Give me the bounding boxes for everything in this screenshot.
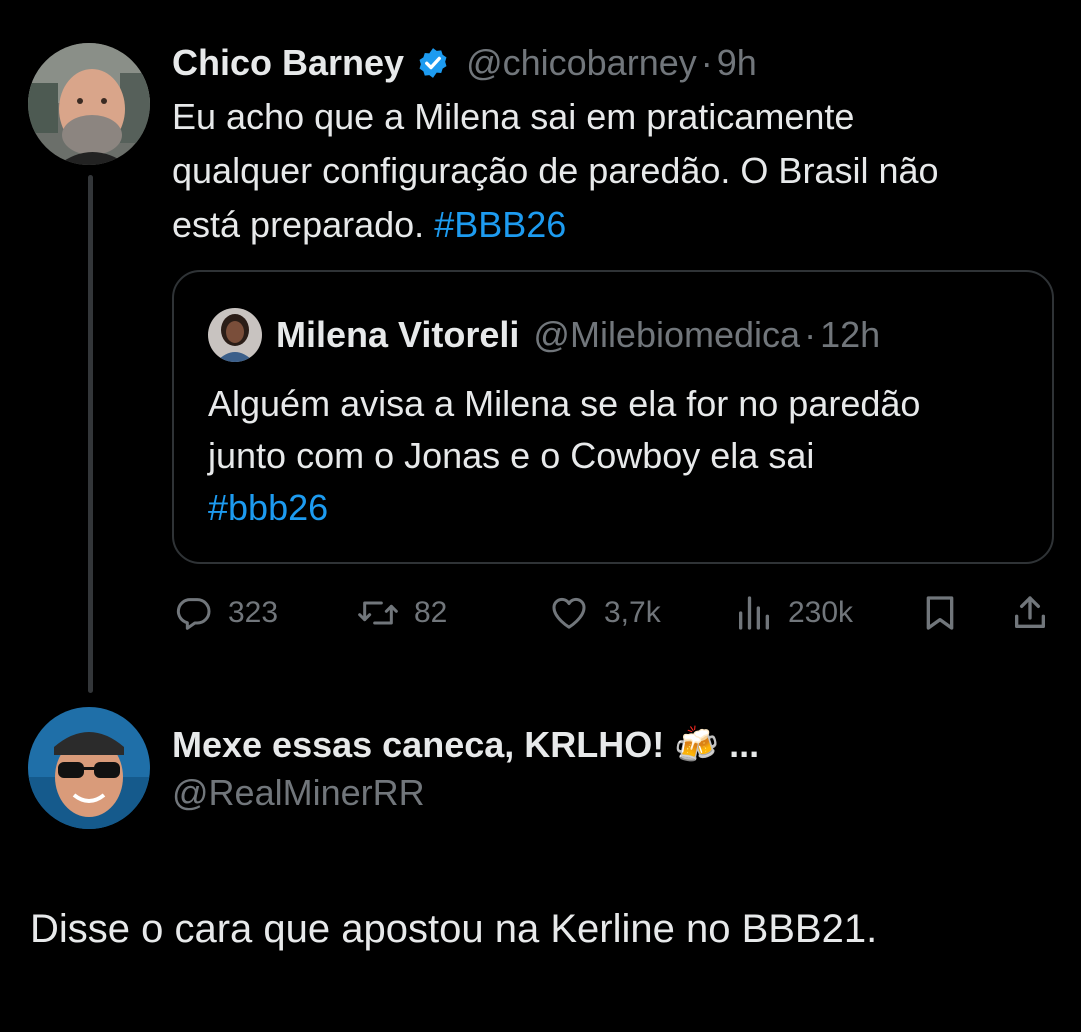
reply-avatar[interactable]: [28, 707, 150, 829]
reply-text: Disse o cara que apostou na Kerline no B…: [30, 907, 878, 951]
display-name[interactable]: Chico Barney: [172, 42, 404, 84]
quoted-handle[interactable]: @Milebiomedica: [533, 314, 800, 356]
thread-line: [88, 175, 93, 693]
avatar[interactable]: [28, 43, 150, 165]
share-icon: [1015, 596, 1045, 628]
quoted-timestamp[interactable]: 12h: [820, 314, 880, 356]
tweet-text-line: está preparado. #BBB26: [172, 198, 1072, 252]
tweet-text-fragment: está preparado.: [172, 204, 425, 245]
avatar-image: [28, 43, 150, 165]
reply-handle[interactable]: @RealMinerRR: [172, 768, 759, 818]
reply-icon: [176, 598, 211, 630]
reply-header: Mexe essas caneca, KRLHO! 🍻 ... @RealMin…: [172, 722, 759, 818]
bookmark-button[interactable]: [920, 590, 960, 636]
like-button[interactable]: 3,7k: [548, 590, 661, 636]
reply-count: 323: [228, 596, 279, 629]
tweet-header: Chico Barney @chicobarney · 9h: [172, 40, 757, 86]
quoted-header: Milena Vitoreli @Milebiomedica · 12h: [276, 312, 880, 358]
hashtag-link[interactable]: #bbb26: [208, 482, 1038, 534]
heart-icon: [552, 597, 586, 629]
reply-button[interactable]: 323: [174, 590, 278, 636]
quoted-avatar-image: [208, 308, 262, 362]
hashtag-link[interactable]: #BBB26: [434, 204, 566, 245]
quoted-tweet[interactable]: Milena Vitoreli @Milebiomedica · 12h Alg…: [172, 270, 1054, 564]
handle[interactable]: @chicobarney: [466, 42, 697, 84]
reply-avatar-image: [28, 707, 150, 829]
tweet-text-line: Eu acho que a Milena sai em praticamente: [172, 96, 855, 137]
retweet-icon: [358, 601, 398, 625]
reply-display-name[interactable]: Mexe essas caneca, KRLHO! 🍻 ...: [172, 722, 759, 768]
verified-badge-icon: [416, 46, 450, 80]
separator-dot: ·: [804, 314, 817, 355]
views-chart-icon: [739, 596, 769, 630]
retweet-count: 82: [414, 596, 448, 629]
separator-dot: ·: [700, 42, 713, 83]
quoted-avatar[interactable]: [208, 308, 262, 362]
views-button[interactable]: 230k: [734, 590, 853, 636]
bookmark-icon: [926, 596, 954, 630]
tweet-text-line: qualquer configuração de paredão. O Bras…: [172, 150, 939, 191]
retweet-button[interactable]: 82: [356, 590, 447, 636]
tweet-text: Eu acho que a Milena sai em praticamente…: [172, 90, 1072, 252]
views-count: 230k: [788, 596, 854, 629]
share-button[interactable]: [1010, 590, 1050, 636]
quoted-text-line: Alguém avisa a Milena se ela for no pare…: [208, 383, 921, 424]
timestamp[interactable]: 9h: [717, 42, 757, 84]
quoted-display-name[interactable]: Milena Vitoreli: [276, 314, 519, 356]
quoted-text-line: junto com o Jonas e o Cowboy ela sai: [208, 435, 815, 476]
like-count: 3,7k: [604, 596, 661, 629]
quoted-text: Alguém avisa a Milena se ela for no pare…: [208, 378, 1038, 534]
